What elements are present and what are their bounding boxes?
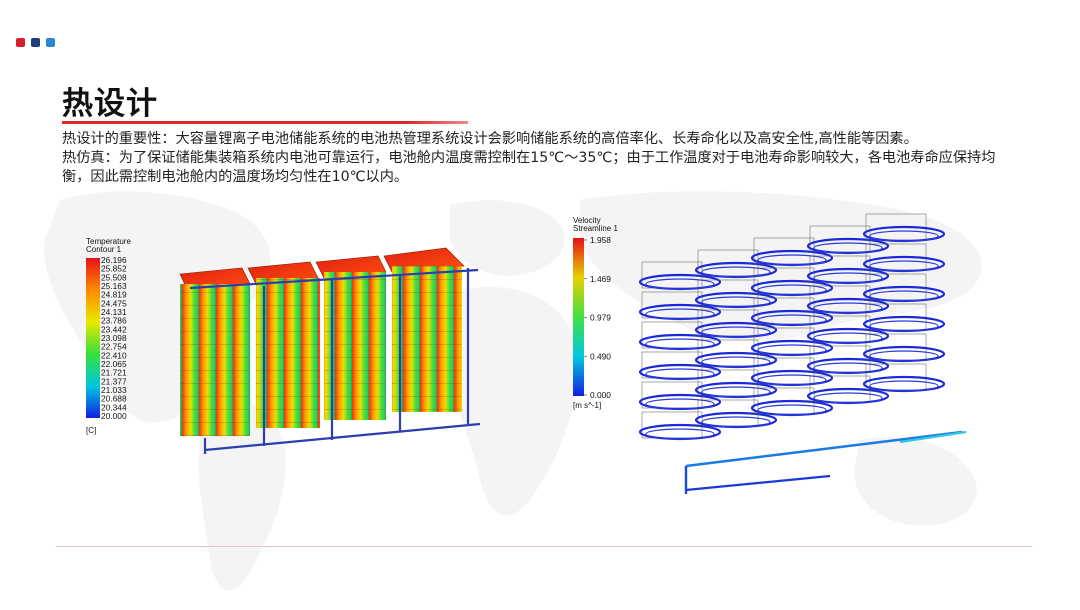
dot-red [16,38,25,47]
temperature-unit: [C] [86,426,96,435]
temperature-legend-subtitle: Contour 1 [86,245,122,254]
streamline-mark [645,428,715,440]
dot-blue [46,38,55,47]
temperature-contour-figure: Temperature Contour 1 26.19625.85225.508… [86,237,481,454]
streamline-mark [813,362,883,374]
streamline-mark [757,314,827,326]
velocity-tick-label: 0.979 [590,313,611,323]
streamline-mark [869,380,939,392]
streamline-mark [645,368,715,380]
streamline-mark [645,308,715,320]
streamline-mark [813,302,883,314]
battery-rack-model [179,247,481,454]
velocity-colorbar [573,238,584,396]
streamline-mark [869,260,939,272]
bottom-rule [56,546,1032,547]
streamline-mark [701,266,771,278]
streamline-mark [701,326,771,338]
decorative-dots [16,38,55,47]
velocity-tick-label: 1.958 [590,235,611,245]
streamline-mark [757,374,827,386]
velocity-legend-subtitle: Streamline 1 [573,224,618,233]
streamline-mark [701,356,771,368]
temperature-tick-labels: 26.19625.85225.50825.16324.81924.47524.1… [101,255,127,421]
streamline-mark [757,284,827,296]
velocity-streamline-figure: Velocity Streamline 1 1.9581.4690.9790.4… [573,213,967,494]
streamline-mark [757,254,827,266]
streamline-mark [701,296,771,308]
streamline-mark [685,430,963,468]
streamline-mark [685,474,831,492]
dot-navy [31,38,40,47]
velocity-unit: [m s^-1] [573,401,601,410]
streamline-mark [869,230,939,242]
body-text: 热设计的重要性：大容量锂离子电池储能系统的电池热管理系统设计会影响储能系统的高倍… [62,130,1022,187]
title-underline [62,121,468,124]
streamline-mark [757,404,827,416]
page-title: 热设计 [62,86,158,122]
paragraph-importance: 热设计的重要性：大容量锂离子电池储能系统的电池热管理系统设计会影响储能系统的高倍… [62,131,918,147]
streamline-mark [813,332,883,344]
streamline-mark [701,386,771,398]
velocity-tick-label: 0.000 [590,390,611,400]
streamline-mark [645,278,715,290]
velocity-tick-label: 0.490 [590,351,611,361]
velocity-tick-labels: 1.958 1.469 0.979 0.490 0.000 [584,235,611,400]
paragraph-simulation: 热仿真：为了保证储能集装箱系统内电池可靠运行，电池舱内温度需控制在15℃～35℃… [62,150,996,185]
streamline-mark [813,242,883,254]
streamline-model [638,213,967,494]
temperature-tick-label: 20.000 [101,411,127,421]
streamline-mark [757,344,827,356]
streamline-mark [645,398,715,410]
streamline-mark [701,416,771,428]
streamline-mark [869,350,939,362]
velocity-tick-label: 1.469 [590,274,611,284]
streamline-mark [869,320,939,332]
streamline-mark [813,392,883,404]
streamline-mark [899,430,967,444]
streamline-mark [645,338,715,350]
streamline-mark [813,272,883,284]
streamline-mark [869,290,939,302]
temperature-colorbar [86,258,100,418]
